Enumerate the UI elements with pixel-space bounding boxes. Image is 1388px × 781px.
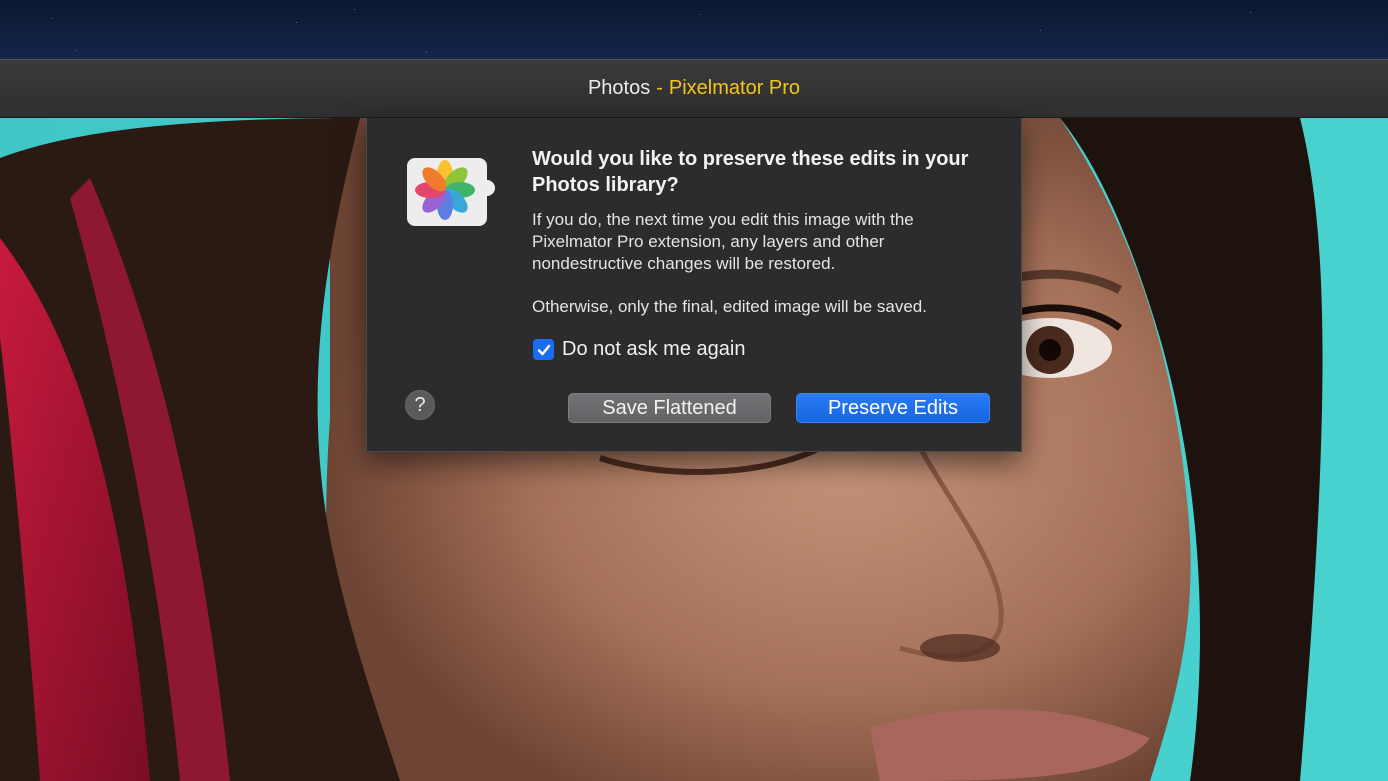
photos-extension-icon <box>407 158 495 226</box>
app-window: Photos - Pixelmator Pro Would you like t… <box>0 59 1388 781</box>
do-not-ask-checkbox-row[interactable]: Do not ask me again <box>533 338 745 361</box>
preserve-edits-dialog: Would you like to preserve these edits i… <box>366 118 1022 452</box>
window-titlebar: Photos - Pixelmator Pro <box>0 59 1388 118</box>
desktop-background <box>0 0 1388 60</box>
save-flattened-button[interactable]: Save Flattened <box>568 393 771 423</box>
help-button[interactable]: ? <box>405 390 435 420</box>
checkmark-icon <box>537 344 550 355</box>
window-title-separator: - <box>656 77 663 99</box>
window-title-app: Pixelmator Pro <box>668 77 801 99</box>
window-title-source: Photos <box>587 77 651 99</box>
dialog-title: Would you like to preserve these edits i… <box>532 148 969 196</box>
do-not-ask-checkbox[interactable] <box>533 339 554 360</box>
checkbox-label: Do not ask me again <box>562 338 746 360</box>
dialog-body-secondary: Otherwise, only the final, edited image … <box>532 297 927 316</box>
dialog-body: If you do, the next time you edit this i… <box>532 210 914 273</box>
preserve-edits-button[interactable]: Preserve Edits <box>796 393 990 423</box>
